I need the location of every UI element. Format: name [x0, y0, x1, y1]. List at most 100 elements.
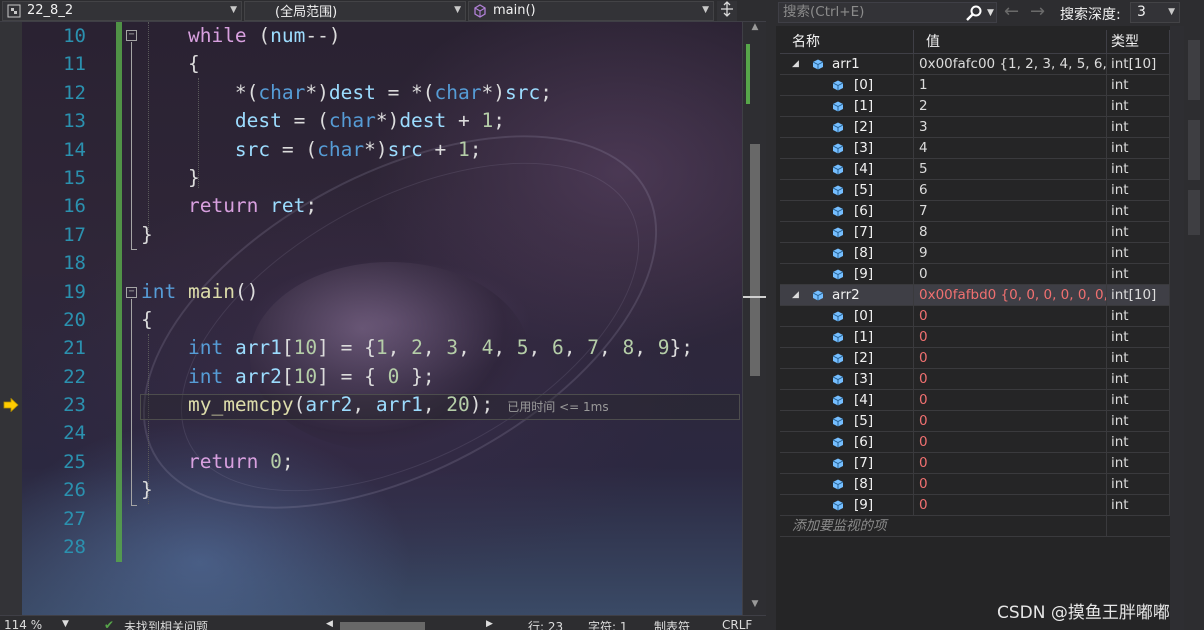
watch-vertical-scrollbar[interactable]: [1170, 26, 1184, 630]
watch-row-arr1[interactable]: ◢ arr1 0x00fafc00 {1, 2, 3, 4, 5, 6, ...…: [780, 54, 1170, 75]
pane-splitter[interactable]: [766, 0, 776, 630]
watch-row-element[interactable]: [0] 1 int: [780, 75, 1170, 96]
watch-name: [0]: [854, 308, 874, 324]
watch-row-element[interactable]: [2] 3 int: [780, 117, 1170, 138]
watch-row-element[interactable]: [4] 0 int: [780, 390, 1170, 411]
scope-dropdown[interactable]: (全局范围) ▼: [244, 0, 466, 21]
watch-value[interactable]: 4: [914, 138, 1107, 158]
watch-row-element[interactable]: [6] 7 int: [780, 201, 1170, 222]
add-watch-input[interactable]: 添加要监视的项: [780, 516, 1107, 536]
variable-cube-icon: [832, 416, 844, 427]
watch-value[interactable]: 0x00fafc00 {1, 2, 3, 4, 5, 6, ...: [914, 54, 1107, 74]
expand-arrow-icon[interactable]: ◢: [792, 285, 799, 305]
watch-search-input[interactable]: 搜索(Ctrl+E) ▼: [778, 2, 997, 23]
side-tab[interactable]: [1188, 190, 1200, 235]
scroll-left-icon[interactable]: ◀: [326, 619, 333, 629]
indent-mode[interactable]: 制表符: [654, 618, 690, 630]
watch-row-element[interactable]: [0] 0 int: [780, 306, 1170, 327]
watch-row-element[interactable]: [7] 8 int: [780, 222, 1170, 243]
horizontal-scrollbar-thumb[interactable]: [340, 622, 425, 630]
watch-value[interactable]: 5: [914, 159, 1107, 179]
watch-value[interactable]: 0: [914, 474, 1107, 494]
scroll-right-icon[interactable]: ▶: [486, 619, 493, 629]
watch-value[interactable]: 8: [914, 222, 1107, 242]
watch-value[interactable]: 1: [914, 75, 1107, 95]
column-header-name[interactable]: 名称: [780, 30, 914, 53]
watch-row-element[interactable]: [8] 9 int: [780, 243, 1170, 264]
char-indicator: 字符: 1: [588, 620, 628, 630]
watch-row-element[interactable]: [4] 5 int: [780, 159, 1170, 180]
watch-value[interactable]: 9: [914, 243, 1107, 263]
search-icon[interactable]: [965, 5, 983, 22]
watch-row-element[interactable]: [7] 0 int: [780, 453, 1170, 474]
line-ending[interactable]: CRLF: [722, 618, 752, 630]
watch-row-element[interactable]: [6] 0 int: [780, 432, 1170, 453]
variable-cube-icon: [832, 185, 844, 196]
project-dropdown[interactable]: 22_8_2 ▼: [2, 0, 242, 21]
watch-value[interactable]: 0: [914, 390, 1107, 410]
watch-value[interactable]: 0: [914, 453, 1107, 473]
watch-value[interactable]: 7: [914, 201, 1107, 221]
scrollbar-thumb[interactable]: [750, 144, 760, 376]
indicator-margin[interactable]: [0, 22, 22, 615]
watch-row-element[interactable]: [9] 0 int: [780, 495, 1170, 516]
watch-row-element[interactable]: [9] 0 int: [780, 264, 1170, 285]
scroll-down-icon[interactable]: ▼: [743, 599, 766, 615]
side-tab[interactable]: [1188, 40, 1200, 100]
watch-row-element[interactable]: [5] 0 int: [780, 411, 1170, 432]
code-line: {: [141, 52, 200, 76]
watch-row-element[interactable]: [8] 0 int: [780, 474, 1170, 495]
watch-value[interactable]: 0: [914, 495, 1107, 515]
watch-name: [5]: [854, 182, 874, 198]
watch-name: [4]: [854, 392, 874, 408]
watch-name: arr1: [832, 56, 860, 72]
outline-line: [131, 299, 132, 506]
forward-arrow-icon[interactable]: →: [1030, 1, 1045, 23]
editor-vertical-scrollbar[interactable]: ▲ ▼: [742, 22, 766, 615]
watch-row-element[interactable]: [3] 0 int: [780, 369, 1170, 390]
watch-value[interactable]: 0: [914, 348, 1107, 368]
watch-row-element[interactable]: [3] 4 int: [780, 138, 1170, 159]
watch-value[interactable]: 3: [914, 117, 1107, 137]
function-dropdown[interactable]: main() ▼: [468, 0, 714, 21]
collapse-toggle[interactable]: −: [126, 30, 137, 41]
watch-row-element[interactable]: [1] 0 int: [780, 327, 1170, 348]
chevron-down-icon[interactable]: ▼: [62, 619, 69, 629]
watch-value[interactable]: 6: [914, 180, 1107, 200]
expand-arrow-icon[interactable]: ◢: [792, 54, 799, 74]
check-circle-icon: ✔: [104, 618, 115, 630]
elapsed-time-tip[interactable]: 已用时间 <= 1ms: [507, 400, 608, 414]
chevron-down-icon[interactable]: ▼: [987, 5, 994, 22]
watch-row-arr2[interactable]: ◢ arr2 0x00fafbd0 {0, 0, 0, 0, 0, 0, ...…: [780, 285, 1170, 306]
zoom-level[interactable]: 114 %: [4, 618, 42, 630]
line-numbers: 10 11 12 13 14 15 16 17 18 19 20 21 22 2…: [22, 22, 92, 561]
search-depth-dropdown[interactable]: 3 ▼: [1130, 2, 1180, 23]
code-area[interactable]: 10 11 12 13 14 15 16 17 18 19 20 21 22 2…: [0, 22, 742, 615]
watch-value[interactable]: 0x00fafbd0 {0, 0, 0, 0, 0, 0, ...: [914, 285, 1107, 305]
watch-value[interactable]: 0: [914, 306, 1107, 326]
side-tab[interactable]: [1188, 120, 1200, 180]
watch-value[interactable]: 0: [914, 432, 1107, 452]
code-text[interactable]: while (num--) { *(char*)dest = *(char*)s…: [141, 22, 741, 561]
watch-name: [2]: [854, 350, 874, 366]
watch-value[interactable]: 0: [914, 264, 1107, 284]
issues-status[interactable]: 未找到相关问题: [124, 618, 208, 630]
watch-name: [1]: [854, 98, 874, 114]
column-header-value[interactable]: 值: [914, 30, 1107, 53]
watch-row-element[interactable]: [2] 0 int: [780, 348, 1170, 369]
watch-value[interactable]: 0: [914, 411, 1107, 431]
add-watch-row[interactable]: 添加要监视的项: [780, 516, 1170, 537]
column-header-type[interactable]: 类型: [1107, 30, 1170, 53]
scroll-up-icon[interactable]: ▲: [743, 22, 766, 38]
code-editor[interactable]: 22_8_2 ▼ (全局范围) ▼ main() ▼ 10 11 12 13 1…: [0, 0, 766, 630]
split-view-button[interactable]: [717, 0, 737, 21]
watch-value[interactable]: 0: [914, 327, 1107, 347]
outline-end: [131, 249, 137, 250]
watch-value[interactable]: 2: [914, 96, 1107, 116]
back-arrow-icon[interactable]: ←: [1004, 1, 1019, 23]
watch-row-element[interactable]: [5] 6 int: [780, 180, 1170, 201]
watch-row-element[interactable]: [1] 2 int: [780, 96, 1170, 117]
watch-toolbar: 搜索(Ctrl+E) ▼ ← → 搜索深度: 3 ▼: [776, 0, 1184, 26]
watch-value[interactable]: 0: [914, 369, 1107, 389]
collapse-toggle[interactable]: −: [126, 287, 137, 298]
